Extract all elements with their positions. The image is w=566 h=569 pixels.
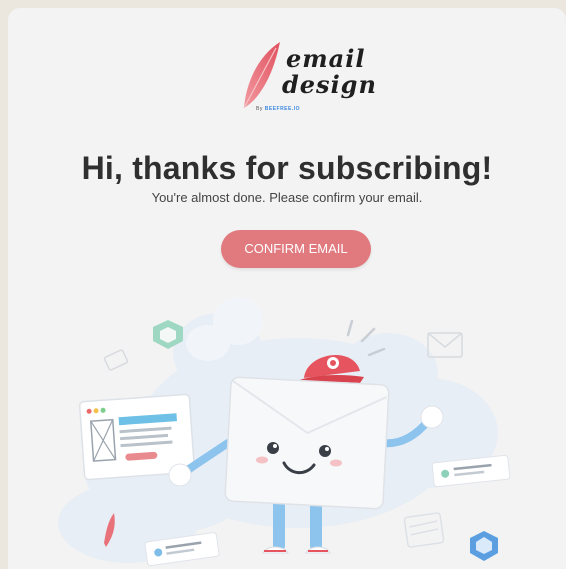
email-design-logo: email design By BEEFREE.IO xyxy=(236,38,376,118)
subtitle: You're almost done. Please confirm your … xyxy=(151,190,423,205)
logo-word-email: email xyxy=(286,44,366,73)
subscription-illustration xyxy=(58,297,511,567)
logo-by-prefix: By xyxy=(256,106,263,112)
hexagon-blue-icon xyxy=(470,531,498,561)
page-title: Hi, thanks for subscribing! xyxy=(81,150,493,186)
logo-word-design: design xyxy=(282,70,377,99)
confirm-email-button[interactable]: CONFIRM EMAIL xyxy=(221,230,371,268)
logo-by-brand: BEEFREE.IO xyxy=(264,106,301,112)
feather-icon xyxy=(243,42,280,109)
email-card: email design By BEEFREE.IO Hi, thanks fo… xyxy=(8,8,566,569)
logo-byline: By BEEFREE.IO xyxy=(256,106,300,112)
